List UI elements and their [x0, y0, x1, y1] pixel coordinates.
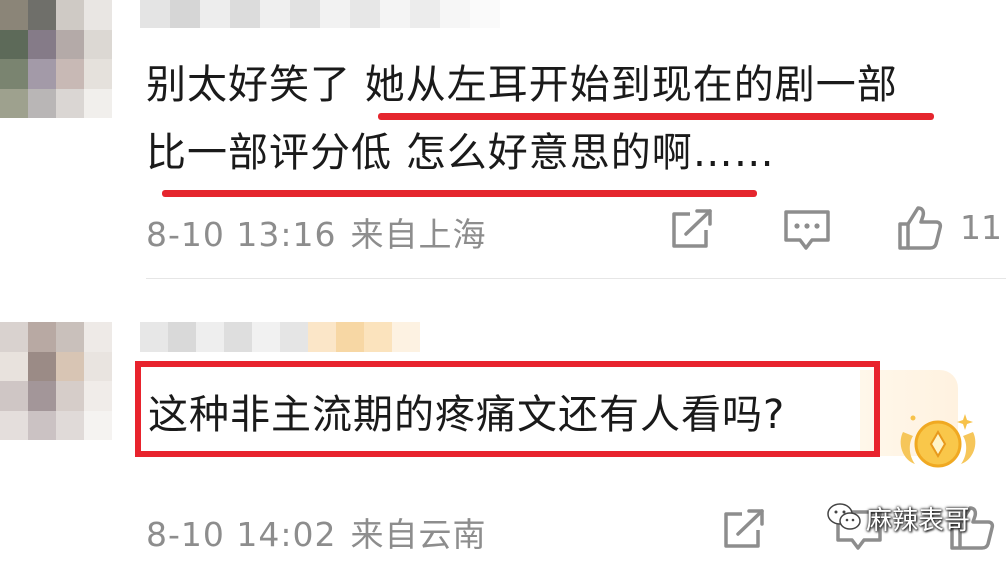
avatar[interactable]: [0, 322, 112, 440]
ip-location: 来自上海: [350, 215, 487, 254]
watermark-text: 麻辣表哥: [866, 506, 971, 536]
avatar[interactable]: [0, 0, 112, 118]
wechat-icon: [827, 503, 861, 530]
like-count: 11: [960, 208, 1002, 247]
share-icon[interactable]: [720, 508, 768, 552]
username-blurred[interactable]: [140, 0, 500, 28]
timestamp: 8-10 13:16: [146, 215, 337, 254]
comment-feed: 别太好笑了 她从左耳开始到现在的剧一部 比一部评分低 怎么好意思的啊…… 8-1…: [0, 0, 1006, 561]
comment-text-line: 比一部评分低 怎么好意思的啊……: [146, 130, 775, 176]
red-underline-annotation: [162, 190, 757, 197]
comment-meta: 8-10 13:16 来自上海: [146, 208, 487, 256]
username-blurred[interactable]: [140, 322, 420, 352]
red-box-annotation: [135, 361, 880, 457]
share-icon[interactable]: [668, 208, 716, 252]
fan-badge-icon: [900, 414, 976, 468]
comment-text-line: 别太好笑了 她从左耳开始到现在的剧一部: [146, 62, 898, 108]
comment-icon[interactable]: [782, 208, 832, 252]
comment-meta: 8-10 14:02 来自云南: [146, 508, 487, 556]
divider: [146, 278, 1006, 279]
like-icon[interactable]: [896, 204, 944, 252]
timestamp: 8-10 14:02: [146, 515, 337, 554]
red-underline-annotation: [378, 113, 934, 120]
ip-location: 来自云南: [350, 515, 487, 554]
